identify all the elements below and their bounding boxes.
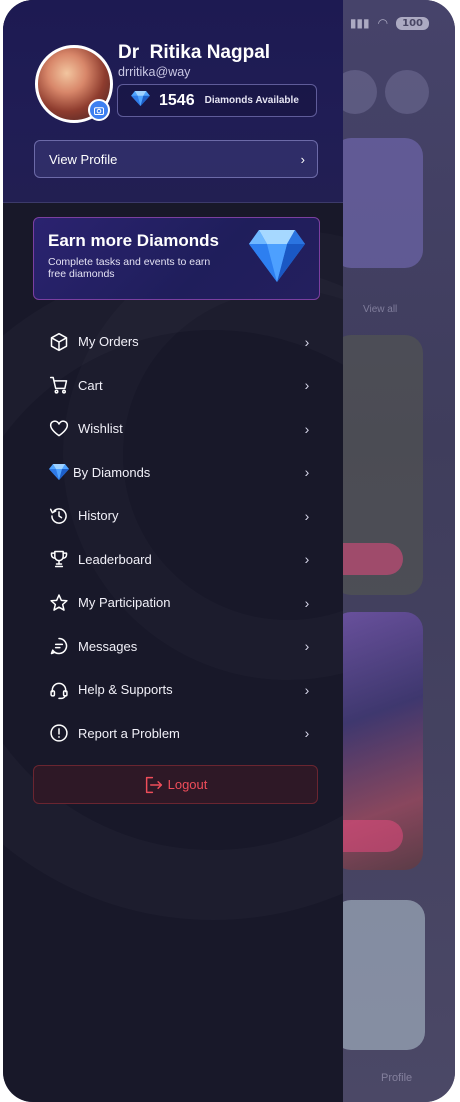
history-icon [47,504,71,528]
chevron-right-icon: › [300,151,305,167]
chevron-right-icon: › [304,507,310,524]
heart-icon [47,417,71,441]
status-bar: ▮▮▮ ◠ 100 [350,16,429,30]
view-profile-label: View Profile [49,151,118,167]
diamond-label: Diamonds Available [204,95,299,106]
navigation-drawer: Dr Ritika Nagpal drritika@way 1546 Diamo… [3,0,343,1102]
menu-item-label: Messages [78,638,138,654]
menu-item-label: Cart [78,377,103,393]
menu-item-label: Leaderboard [78,551,152,567]
drawer-header: Dr Ritika Nagpal drritika@way 1546 Diamo… [3,0,343,203]
cart-icon [47,373,71,397]
view-profile-button[interactable]: View Profile › [34,140,318,178]
menu-item-by-diamonds[interactable]: By Diamonds › [33,451,323,495]
menu-item-messages[interactable]: Messages › [33,625,323,669]
signal-icon: ▮▮▮ [349,16,370,30]
chevron-right-icon: › [304,420,310,437]
diamond-count: 1546 [159,91,195,109]
wifi-icon: ◠ [377,16,389,30]
phone-screen: ▮▮▮ ◠ 100 View all Profile Dr Ritika Nag… [3,0,455,1102]
chevron-right-icon: › [304,638,310,655]
menu-item-label: Help & Supports [78,682,173,698]
menu-item-cart[interactable]: Cart › [33,364,323,408]
chevron-right-icon: › [304,594,310,611]
chevron-right-icon: › [304,681,310,698]
chevron-right-icon: › [304,725,310,742]
trophy-icon [47,547,71,571]
logout-icon [144,776,164,794]
headset-icon [47,678,71,702]
logout-label: Logout [167,777,208,792]
message-icon [47,634,71,658]
diamond-icon [247,228,307,289]
diamond-icon [47,460,71,484]
menu-item-history[interactable]: History › [33,494,323,538]
banner-card [333,138,423,268]
menu-item-my-orders[interactable]: My Orders › [33,320,323,364]
user-email: drritika@way [118,65,191,79]
promo-card [333,900,425,1050]
menu-item-label: Report a Problem [78,725,180,741]
chevron-right-icon: › [304,464,310,481]
menu-item-label: Wishlist [78,421,123,437]
menu-item-label: By Diamonds [73,464,151,480]
diamond-balance: 1546 Diamonds Available [117,84,317,117]
chevron-right-icon: › [304,377,310,394]
menu-item-wishlist[interactable]: Wishlist › [33,407,323,451]
battery-indicator: 100 [396,16,429,30]
earn-diamonds-card[interactable]: Earn more Diamonds Complete tasks and ev… [33,217,320,300]
menu-item-label: History [78,508,119,524]
alert-icon [47,721,71,745]
logout-button[interactable]: Logout [33,765,318,804]
box-icon [47,330,71,354]
bell-icon [385,70,429,114]
menu-item-label: My Orders [78,334,139,350]
view-all-link: View all [363,304,398,315]
star-icon [47,591,71,615]
menu-item-my-participation[interactable]: My Participation › [33,581,323,625]
menu-item-help-supports[interactable]: Help & Supports › [33,668,323,712]
diamond-icon [131,90,150,111]
user-name: Dr Ritika Nagpal [118,42,271,63]
earn-card-subtitle: Complete tasks and events to earn free d… [48,256,211,280]
earn-card-title: Earn more Diamonds [48,231,219,250]
menu-item-label: My Participation [78,595,171,611]
camera-icon[interactable] [88,99,110,121]
chevron-right-icon: › [304,551,310,568]
drawer-menu: My Orders › Cart › Wishlist › By Diamond… [33,320,323,755]
menu-item-leaderboard[interactable]: Leaderboard › [33,538,323,582]
menu-item-report-problem[interactable]: Report a Problem › [33,712,323,756]
tab-profile: Profile [381,1072,413,1084]
chevron-right-icon: › [304,333,310,350]
